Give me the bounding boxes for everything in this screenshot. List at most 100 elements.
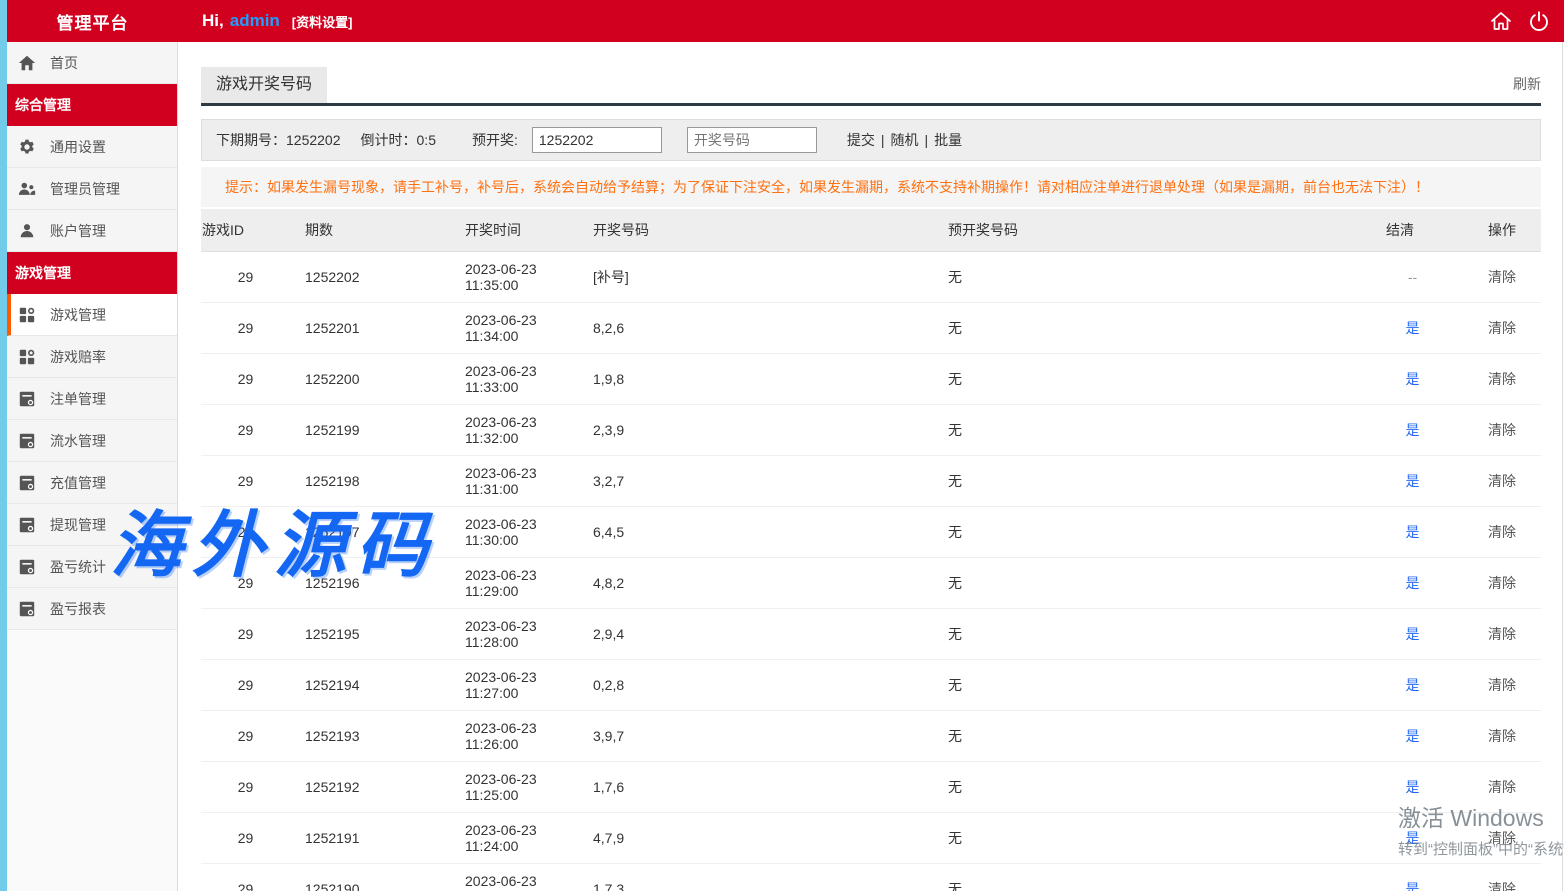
settled-link[interactable]: 是 [1406,473,1420,489]
clear-link[interactable]: 清除 [1488,575,1516,591]
settled-link[interactable]: 是 [1406,626,1420,642]
clear-link[interactable]: 清除 [1488,473,1516,489]
settled-cell: 是 [1385,455,1440,506]
header-row: 游戏ID期数开奖时间开奖号码预开奖号码结清操作 [201,209,1541,251]
home-icon[interactable] [1490,10,1512,32]
draw-number-cell: 8,2,6 [585,302,940,353]
sidebar-item-游戏管理[interactable]: 游戏管理 [7,294,177,336]
table-row: 2912521992023-06-23 11:32:002,3,9无是清除 [201,404,1541,455]
settled-link[interactable]: 是 [1406,830,1420,846]
clear-link[interactable]: 清除 [1488,320,1516,336]
action-cell: 清除 [1440,251,1541,302]
game-id-cell: 29 [201,710,290,761]
left-edge-strip [0,0,7,891]
settled-link[interactable]: 是 [1406,422,1420,438]
settled-cell: 是 [1385,353,1440,404]
clear-link[interactable]: 清除 [1488,524,1516,540]
action-cell: 清除 [1440,404,1541,455]
action-cell: 清除 [1440,455,1541,506]
sidebar-item-充值管理[interactable]: 充值管理 [7,462,177,504]
random-button[interactable]: 随机 [891,132,919,148]
settled-link[interactable]: 是 [1406,524,1420,540]
pre-draw-input[interactable] [532,127,662,153]
settled-link[interactable]: 是 [1406,320,1420,336]
column-header: 操作 [1440,209,1541,251]
report-icon [18,474,36,492]
refresh-link[interactable]: 刷新 [1513,74,1541,94]
action-cell: 清除 [1440,608,1541,659]
settled-link[interactable]: 是 [1406,371,1420,387]
sidebar-item-盈亏统计[interactable]: 盈亏统计 [7,546,177,588]
period-cell: 1252197 [290,506,460,557]
sidebar-item-首页[interactable]: 首页 [7,42,177,84]
draw-time-cell: 2023-06-23 11:35:00 [460,251,585,302]
clear-link[interactable]: 清除 [1488,779,1516,795]
draw-number-cell: [补号] [585,251,940,302]
game-id-cell: 29 [201,557,290,608]
settled-cell: 是 [1385,506,1440,557]
pre-draw-cell: 无 [940,761,1385,812]
clear-link[interactable]: 清除 [1488,422,1516,438]
tab-game-draw-numbers[interactable]: 游戏开奖号码 [201,67,327,103]
draw-number-input[interactable] [687,127,817,153]
settled-link[interactable]: 是 [1406,677,1420,693]
period-cell: 1252196 [290,557,460,608]
settled-cell: 是 [1385,812,1440,863]
settled-cell: 是 [1385,863,1440,891]
sidebar-item-流水管理[interactable]: 流水管理 [7,420,177,462]
settled-link[interactable]: 是 [1406,779,1420,795]
draw-time-cell: 2023-06-23 11:28:00 [460,608,585,659]
settled-cell: 是 [1385,710,1440,761]
game-id-cell: 29 [201,812,290,863]
clear-link[interactable]: 清除 [1488,677,1516,693]
game-id-cell: 29 [201,659,290,710]
settled-cell: 是 [1385,608,1440,659]
clear-link[interactable]: 清除 [1488,269,1516,285]
profile-settings-link[interactable]: [资料设置] [292,12,353,31]
period-cell: 1252190 [290,863,460,891]
power-icon[interactable] [1528,10,1550,32]
action-separator: | [925,132,929,148]
table-row: 2912521942023-06-23 11:27:000,2,8无是清除 [201,659,1541,710]
user-greeting: Hi,admin [202,11,280,31]
table-row: 2912521962023-06-23 11:29:004,8,2无是清除 [201,557,1541,608]
clear-link[interactable]: 清除 [1488,626,1516,642]
sidebar-item-账户管理[interactable]: 账户管理 [7,210,177,252]
settled-cell: 是 [1385,404,1440,455]
draw-number-cell: 4,7,9 [585,812,940,863]
settled-link[interactable]: 是 [1406,575,1420,591]
period-cell: 1252195 [290,608,460,659]
draw-number-cell: 2,3,9 [585,404,940,455]
clear-link[interactable]: 清除 [1488,830,1516,846]
sidebar-item-管理员管理[interactable]: 管理员管理 [7,168,177,210]
fill-number-link[interactable]: [补号] [593,269,629,285]
user-icon [18,222,36,240]
pre-draw-cell: 无 [940,812,1385,863]
period-cell: 1252198 [290,455,460,506]
action-cell: 清除 [1440,761,1541,812]
settled-cell: 是 [1385,302,1440,353]
table-row: 2912521932023-06-23 11:26:003,9,7无是清除 [201,710,1541,761]
clear-link[interactable]: 清除 [1488,881,1516,891]
grid-icon [18,348,36,366]
clear-link[interactable]: 清除 [1488,728,1516,744]
sidebar-item-通用设置[interactable]: 通用设置 [7,126,177,168]
sidebar-item-注单管理[interactable]: 注单管理 [7,378,177,420]
batch-button[interactable]: 批量 [934,132,962,148]
settled-cell: 是 [1385,761,1440,812]
submit-button[interactable]: 提交 [847,132,875,148]
sidebar-item-盈亏报表[interactable]: 盈亏报表 [7,588,177,630]
form-actions: 提交|随机|批量 [847,130,962,150]
period-cell: 1252194 [290,659,460,710]
settled-link[interactable]: 是 [1406,881,1420,891]
period-cell: 1252192 [290,761,460,812]
clear-link[interactable]: 清除 [1488,371,1516,387]
report-icon [18,600,36,618]
settled-link[interactable]: 是 [1406,728,1420,744]
draw-number-cell: 1,7,3 [585,863,940,891]
sidebar-item-游戏赔率[interactable]: 游戏赔率 [7,336,177,378]
sidebar-item-提现管理[interactable]: 提现管理 [7,504,177,546]
lottery-table: 游戏ID期数开奖时间开奖号码预开奖号码结清操作 2912522022023-06… [201,209,1541,891]
sidebar: 首页综合管理通用设置管理员管理账户管理游戏管理游戏管理游戏赔率注单管理流水管理充… [7,42,178,891]
action-cell: 清除 [1440,812,1541,863]
